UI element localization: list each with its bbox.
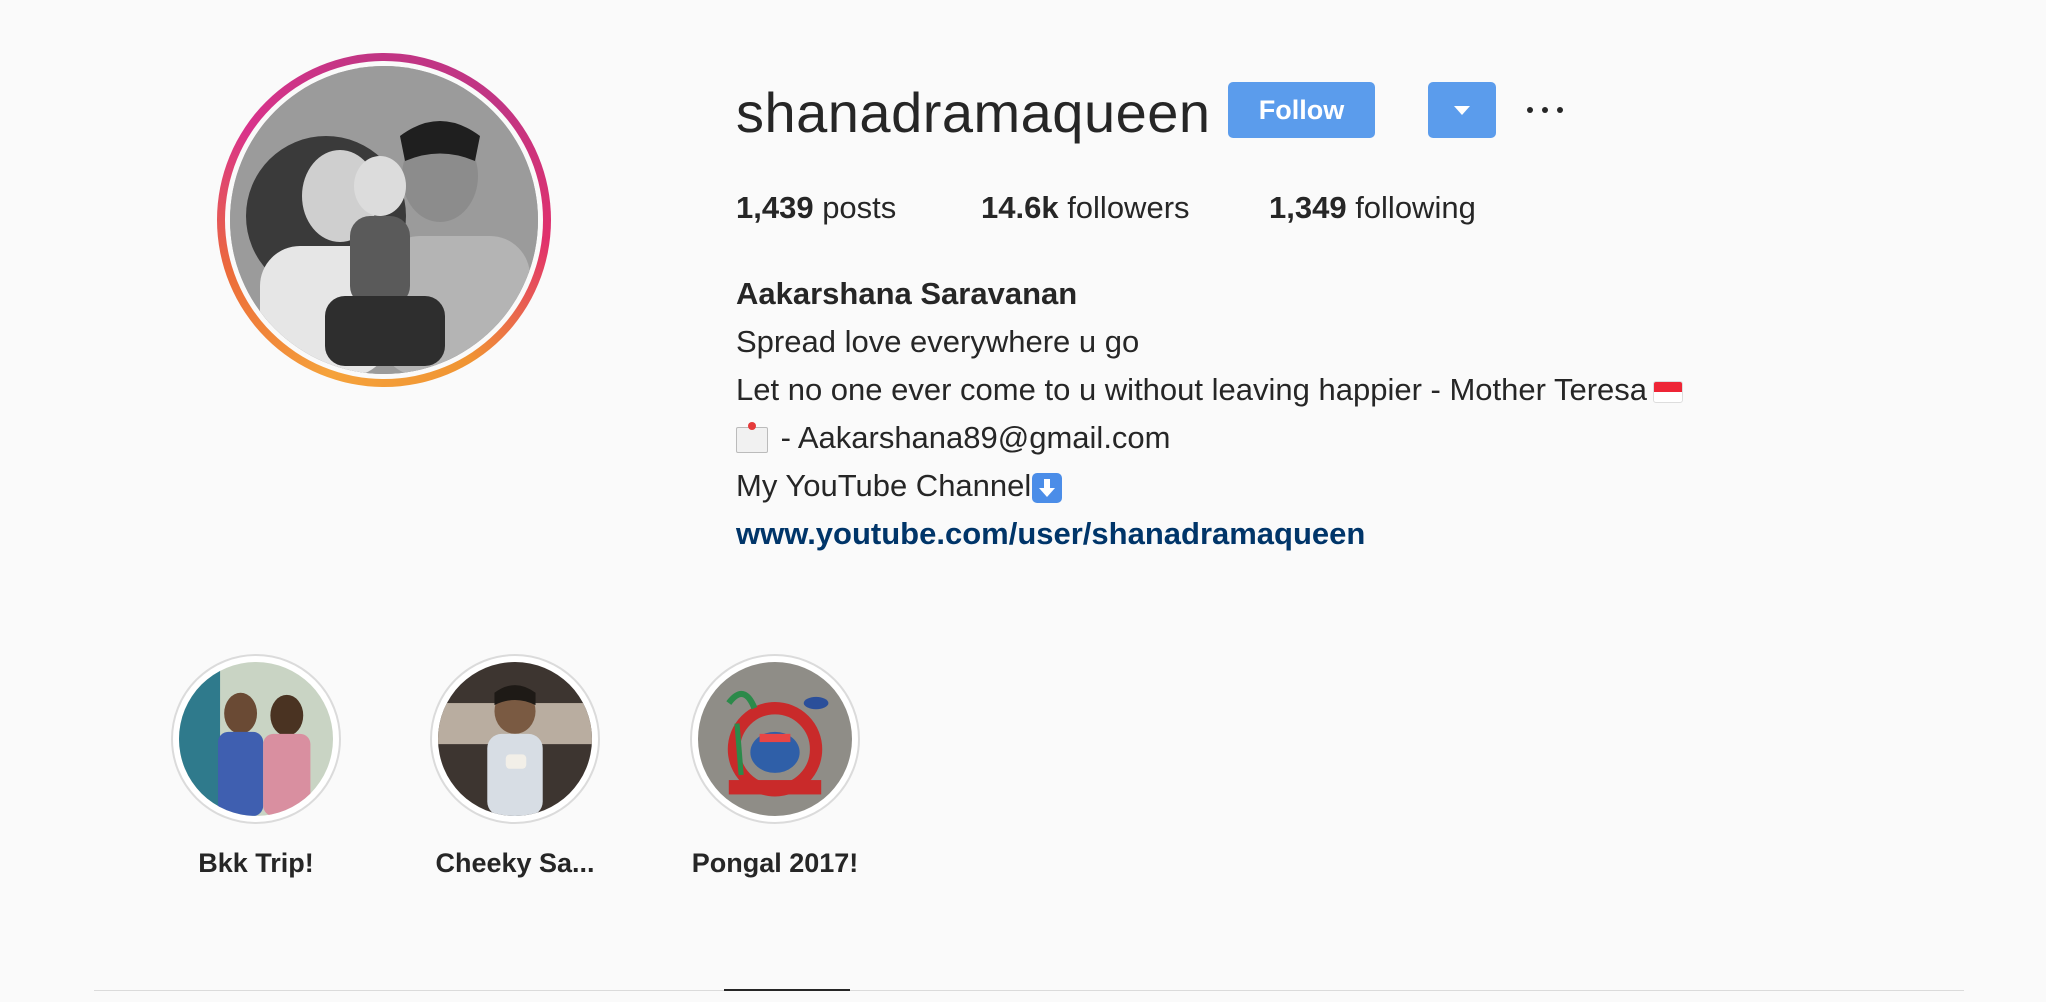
bio-line: Let no one ever come to u without leavin… (736, 372, 1648, 407)
more-dot-icon (1557, 107, 1563, 113)
followers-stat[interactable]: 14.6k followers (981, 188, 1190, 228)
posts-count: 1,439 (736, 190, 814, 225)
following-count: 1,349 (1269, 190, 1347, 225)
highlight-thumbnail (698, 662, 852, 816)
active-tab-indicator (724, 989, 850, 991)
profile-full-name: Aakarshana Saravanan (736, 276, 1078, 311)
highlight-ring (690, 654, 860, 824)
following-stat[interactable]: 1,349 following (1269, 188, 1476, 228)
bio-line: My YouTube Channel (736, 468, 1032, 503)
more-dot-icon (1542, 107, 1548, 113)
bio-email-line: - Aakarshana89@gmail.com (736, 414, 1683, 462)
story-highlight[interactable]: Pongal 2017! (690, 654, 860, 879)
highlight-thumbnail (179, 662, 333, 816)
more-dot-icon (1527, 107, 1533, 113)
bio-line-with-flag: Let no one ever come to u without leavin… (736, 366, 1684, 414)
more-options-button[interactable] (1527, 94, 1563, 126)
posts-stat: 1,439 posts (736, 188, 896, 228)
followers-count: 14.6k (981, 190, 1059, 225)
following-label: following (1346, 190, 1476, 225)
profile-username: shanadramaqueen (736, 81, 1211, 144)
highlight-label: Pongal 2017! (691, 848, 859, 878)
suggested-dropdown-button[interactable] (1428, 82, 1496, 138)
highlight-thumbnail (438, 662, 592, 816)
posts-label: posts (813, 190, 897, 225)
profile-avatar-ring[interactable] (217, 53, 551, 387)
story-highlight[interactable]: Cheeky Sa... (430, 654, 600, 879)
highlight-ring (171, 654, 341, 824)
followers-label: followers (1058, 190, 1190, 225)
profile-avatar[interactable] (230, 66, 538, 374)
bio-external-link[interactable]: www.youtube.com/user/shanadramaqueen (736, 516, 1365, 551)
story-highlight[interactable]: Bkk Trip! (171, 654, 341, 879)
tabs-divider (94, 990, 1964, 991)
follow-button[interactable]: Follow (1228, 82, 1375, 138)
chevron-down-icon (1454, 105, 1470, 115)
down-arrow-icon (1032, 472, 1063, 503)
envelope-icon (736, 421, 768, 453)
profile-bio: Aakarshana Saravanan Spread love everywh… (736, 270, 1684, 558)
avatar-photo (230, 66, 538, 374)
bio-line: Spread love everywhere u go (736, 324, 1140, 359)
bio-youtube-line: My YouTube Channel (736, 462, 1683, 510)
highlight-ring (430, 654, 600, 824)
highlight-label: Cheeky Sa... (435, 848, 595, 878)
singapore-flag-icon (1653, 380, 1684, 403)
bio-email: - Aakarshana89@gmail.com (772, 420, 1171, 455)
highlight-label: Bkk Trip! (198, 848, 314, 878)
